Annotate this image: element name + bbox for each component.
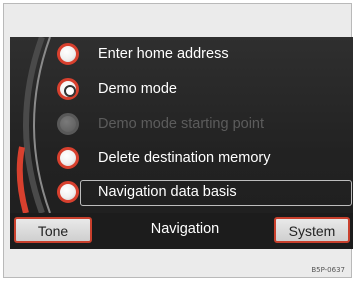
menu-item-enter-home-address[interactable]: Enter home address: [10, 39, 353, 73]
radio-button-icon[interactable]: [57, 147, 79, 169]
menu-item-label: Demo mode: [98, 81, 177, 97]
menu-item-demo-mode[interactable]: Demo mode: [10, 74, 353, 108]
menu-item-navigation-data-basis[interactable]: Navigation data basis: [10, 177, 353, 211]
infotainment-screen: Enter home address Demo mode Demo mode s…: [10, 37, 353, 249]
radio-button-disabled-icon: [57, 113, 79, 135]
menu-item-label: Demo mode starting point: [98, 116, 265, 132]
menu-item-label: Navigation data basis: [98, 184, 237, 200]
menu-item-demo-mode-starting-point: Demo mode starting point: [10, 109, 353, 143]
figure-code: B5P-0637: [311, 266, 345, 274]
tab-tone[interactable]: Tone: [14, 217, 92, 243]
menu-item-label: Enter home address: [98, 46, 229, 62]
radio-button-icon[interactable]: [57, 181, 79, 203]
radio-button-selected-icon[interactable]: [57, 78, 79, 100]
tab-system[interactable]: System: [274, 217, 350, 243]
menu-item-delete-destination-memory[interactable]: Delete destination memory: [10, 143, 353, 177]
figure-frame: Enter home address Demo mode Demo mode s…: [3, 3, 353, 278]
radio-button-icon[interactable]: [57, 43, 79, 65]
menu-item-label: Delete destination memory: [98, 150, 271, 166]
tab-navigation[interactable]: Navigation: [110, 217, 260, 243]
tab-bar: Tone Navigation System: [10, 213, 353, 249]
